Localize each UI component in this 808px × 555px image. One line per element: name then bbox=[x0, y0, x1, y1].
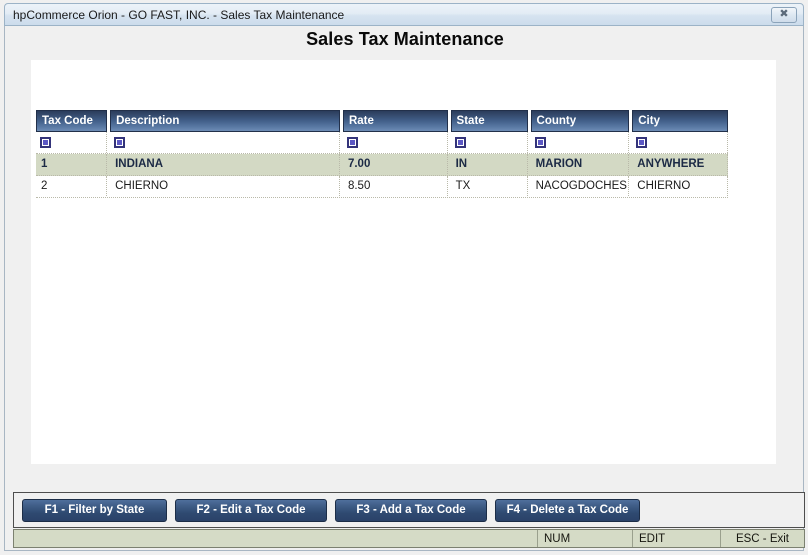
status-edit-indicator: EDIT bbox=[633, 530, 721, 547]
tax-code-grid[interactable]: Tax Code Description Rate State County C… bbox=[36, 110, 728, 198]
delete-tax-code-button[interactable]: F4 - Delete a Tax Code bbox=[495, 498, 640, 522]
filter-icon[interactable] bbox=[636, 137, 648, 148]
filter-cell-description[interactable] bbox=[110, 132, 340, 153]
filter-icon[interactable] bbox=[454, 137, 466, 148]
filter-cell-state[interactable] bbox=[451, 132, 528, 153]
filter-cell-city[interactable] bbox=[632, 132, 728, 153]
column-header-state[interactable]: State bbox=[450, 110, 528, 132]
column-header-county[interactable]: County bbox=[530, 110, 630, 132]
filter-cell-county[interactable] bbox=[531, 132, 630, 153]
cell-description: INDIANA bbox=[110, 154, 340, 174]
cell-description: CHIERNO bbox=[110, 176, 340, 196]
cell-rate: 8.50 bbox=[343, 176, 448, 196]
status-bar: NUM EDIT ESC - Exit bbox=[13, 529, 805, 548]
page-title: Sales Tax Maintenance bbox=[306, 29, 504, 49]
cell-county: MARION bbox=[531, 154, 630, 174]
filter-by-state-button[interactable]: F1 - Filter by State bbox=[22, 498, 167, 522]
filter-icon[interactable] bbox=[534, 137, 546, 148]
cell-state: IN bbox=[451, 154, 528, 174]
cell-state: TX bbox=[451, 176, 528, 196]
application-window: hpCommerce Orion - GO FAST, INC. - Sales… bbox=[0, 0, 808, 555]
add-tax-code-button[interactable]: F3 - Add a Tax Code bbox=[335, 498, 487, 522]
function-key-bar: F1 - Filter by State F2 - Edit a Tax Cod… bbox=[13, 492, 805, 528]
title-bar: hpCommerce Orion - GO FAST, INC. - Sales… bbox=[4, 3, 804, 26]
cell-rate: 7.00 bbox=[343, 154, 448, 174]
grid-panel: Tax Code Description Rate State County C… bbox=[31, 60, 776, 464]
grid-header-row: Tax Code Description Rate State County C… bbox=[36, 110, 728, 132]
grid-filter-row bbox=[36, 132, 728, 154]
column-header-rate[interactable]: Rate bbox=[342, 110, 448, 132]
client-area: Sales Tax Maintenance Tax Code Descripti… bbox=[4, 26, 805, 551]
filter-icon[interactable] bbox=[114, 137, 126, 148]
filter-cell-rate[interactable] bbox=[343, 132, 448, 153]
cell-city: CHIERNO bbox=[632, 176, 728, 196]
close-icon[interactable]: ✖ bbox=[771, 6, 797, 23]
cell-city: ANYWHERE bbox=[632, 154, 728, 174]
cell-tax-code: 1 bbox=[36, 154, 108, 174]
edit-tax-code-button[interactable]: F2 - Edit a Tax Code bbox=[175, 498, 327, 522]
filter-cell-tax-code[interactable] bbox=[36, 132, 108, 153]
table-row[interactable]: 1 INDIANA 7.00 IN MARION ANYWHERE bbox=[36, 154, 728, 176]
status-num-indicator: NUM bbox=[538, 530, 633, 547]
filter-icon[interactable] bbox=[40, 137, 51, 148]
column-header-city[interactable]: City bbox=[632, 110, 728, 132]
cell-tax-code: 2 bbox=[36, 176, 108, 196]
column-header-tax-code[interactable]: Tax Code bbox=[36, 110, 108, 132]
filter-icon[interactable] bbox=[346, 137, 358, 148]
column-header-description[interactable]: Description bbox=[110, 110, 340, 132]
status-message bbox=[14, 530, 538, 547]
table-row[interactable]: 2 CHIERNO 8.50 TX NACOGDOCHES CHIERNO bbox=[36, 176, 728, 198]
status-esc-exit-hint[interactable]: ESC - Exit bbox=[721, 530, 804, 547]
cell-county: NACOGDOCHES bbox=[531, 176, 630, 196]
window-title: hpCommerce Orion - GO FAST, INC. - Sales… bbox=[13, 7, 345, 22]
